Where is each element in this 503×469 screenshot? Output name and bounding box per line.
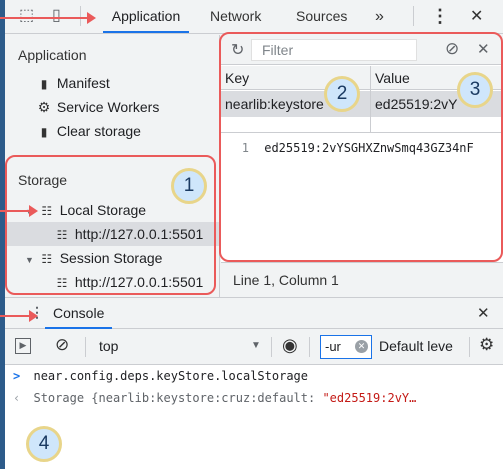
toolbar-divider [413, 6, 414, 26]
console-result: Storage {nearlib:keystore:cruz:default: [33, 391, 323, 405]
sidebar-item-label: Clear storage [56, 123, 141, 139]
arrow-head-icon [29, 205, 38, 217]
customize-menu-icon[interactable]: ⋮ [431, 0, 449, 33]
log-levels-dropdown[interactable]: Default leve [379, 338, 465, 354]
chevron-down-icon[interactable]: ▼ [251, 340, 261, 351]
arrow-to-console [0, 315, 30, 317]
gear-icon[interactable]: ⚙ [479, 335, 494, 355]
tab-network[interactable]: Network [210, 0, 261, 33]
device-toolbar-icon[interactable]: ▯ [52, 8, 61, 24]
callout-storage-table-box [219, 32, 503, 262]
drawer-header: ⋮ Console ✕ [5, 297, 503, 329]
close-devtools-icon[interactable]: ✕ [470, 0, 483, 33]
toolbar-divider [469, 337, 470, 357]
eye-icon[interactable]: ◉ [282, 335, 298, 356]
annotation-badge-3: 3 [457, 72, 493, 108]
toolbar-divider [271, 337, 272, 357]
console-result-line[interactable]: ‹ Storage {nearlib:keystore:cruz:default… [13, 391, 416, 405]
console-toolbar: ▶ ⊘ top ▼ ◉ -ur ✕ Default leve ⚙ [5, 329, 503, 365]
toolbar-divider [309, 337, 310, 357]
console-result-value: "ed25519:2vY… [322, 391, 417, 405]
console-filter-value: -ur [325, 339, 341, 354]
sidebar-item-service-workers[interactable]: ⚙ Service Workers [5, 95, 219, 119]
tab-console[interactable]: Console [45, 298, 113, 329]
annotation-badge-4: 4 [26, 426, 62, 462]
toolbar-divider [80, 6, 81, 26]
manifest-icon: ▮ [40, 77, 48, 91]
result-arrow-icon: ‹ [13, 391, 21, 405]
clear-console-icon[interactable]: ⊘ [55, 335, 69, 355]
sidebar-item-clear-storage[interactable]: ▮ Clear storage [5, 119, 219, 143]
tab-sources[interactable]: Sources [296, 0, 347, 33]
console-output[interactable]: > near.config.deps.keyStore.localStorage… [5, 365, 503, 469]
application-section-title: Application [18, 47, 87, 63]
console-input-line: > near.config.deps.keyStore.localStorage [13, 369, 308, 383]
annotation-badge-1: 1 [171, 168, 207, 204]
toolbar-divider [85, 337, 86, 357]
arrow-head-icon [87, 12, 96, 24]
sidebar-item-label: Manifest [56, 75, 110, 91]
arrow-to-application-tab [0, 17, 88, 19]
close-drawer-icon[interactable]: ✕ [477, 304, 490, 322]
inspect-element-icon[interactable]: ⬚ [19, 8, 34, 24]
arrow-to-local-storage [0, 210, 30, 212]
sidebar-item-label: Service Workers [56, 99, 160, 115]
context-selector[interactable]: top [99, 338, 118, 354]
clear-filter-icon[interactable]: ✕ [355, 340, 368, 353]
status-bar: Line 1, Column 1 [221, 262, 503, 297]
arrow-head-icon [29, 310, 38, 322]
trash-icon: ▮ [40, 125, 48, 139]
more-tabs-button[interactable]: » [375, 0, 384, 33]
annotation-badge-2: 2 [324, 76, 360, 112]
console-filter-input[interactable]: -ur ✕ [320, 335, 372, 359]
sidebar-item-manifest[interactable]: ▮ Manifest [5, 71, 219, 95]
console-command: near.config.deps.keyStore.localStorage [33, 369, 309, 383]
prompt-icon: > [13, 369, 21, 383]
gear-icon: ⚙ [37, 99, 51, 115]
tab-application[interactable]: Application [103, 0, 189, 33]
sidebar-toggle-icon[interactable]: ▶ [15, 338, 31, 354]
